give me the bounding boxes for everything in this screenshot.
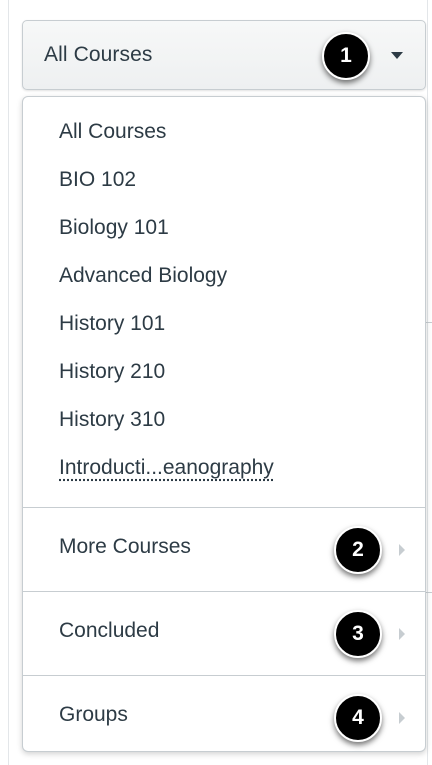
chevron-right-icon — [399, 712, 405, 724]
course-option-oceanography[interactable]: Introducti...eanography — [23, 444, 425, 492]
callout-badge-3: 3 — [334, 610, 382, 658]
course-select-value: All Courses — [44, 43, 153, 66]
background-divider-right — [427, 0, 428, 765]
callout-badge-2: 2 — [334, 526, 382, 574]
background-tick — [426, 322, 432, 323]
course-option-history-310[interactable]: History 310 — [23, 396, 425, 444]
course-list: All Courses BIO 102 Biology 101 Advanced… — [23, 108, 425, 492]
course-option-biology-101[interactable]: Biology 101 — [23, 204, 425, 252]
chevron-right-icon — [399, 628, 405, 640]
course-option-all-courses[interactable]: All Courses — [23, 108, 425, 156]
course-option-advanced-biology[interactable]: Advanced Biology — [23, 252, 425, 300]
course-option-history-101[interactable]: History 101 — [23, 300, 425, 348]
section-label-more-courses: More Courses — [59, 535, 191, 558]
course-option-history-210[interactable]: History 210 — [23, 348, 425, 396]
course-option-bio-102[interactable]: BIO 102 — [23, 156, 425, 204]
callout-badge-4: 4 — [334, 694, 382, 742]
section-label-groups: Groups — [59, 703, 128, 726]
section-label-concluded: Concluded — [59, 619, 160, 642]
callout-badge-1: 1 — [322, 32, 370, 80]
chevron-right-icon — [399, 544, 405, 556]
background-tick — [426, 592, 432, 593]
caret-down-icon[interactable] — [391, 52, 403, 59]
course-filter-page: All Courses 1 All Courses BIO 102 Biolog… — [0, 0, 432, 765]
background-divider-left — [8, 0, 9, 765]
